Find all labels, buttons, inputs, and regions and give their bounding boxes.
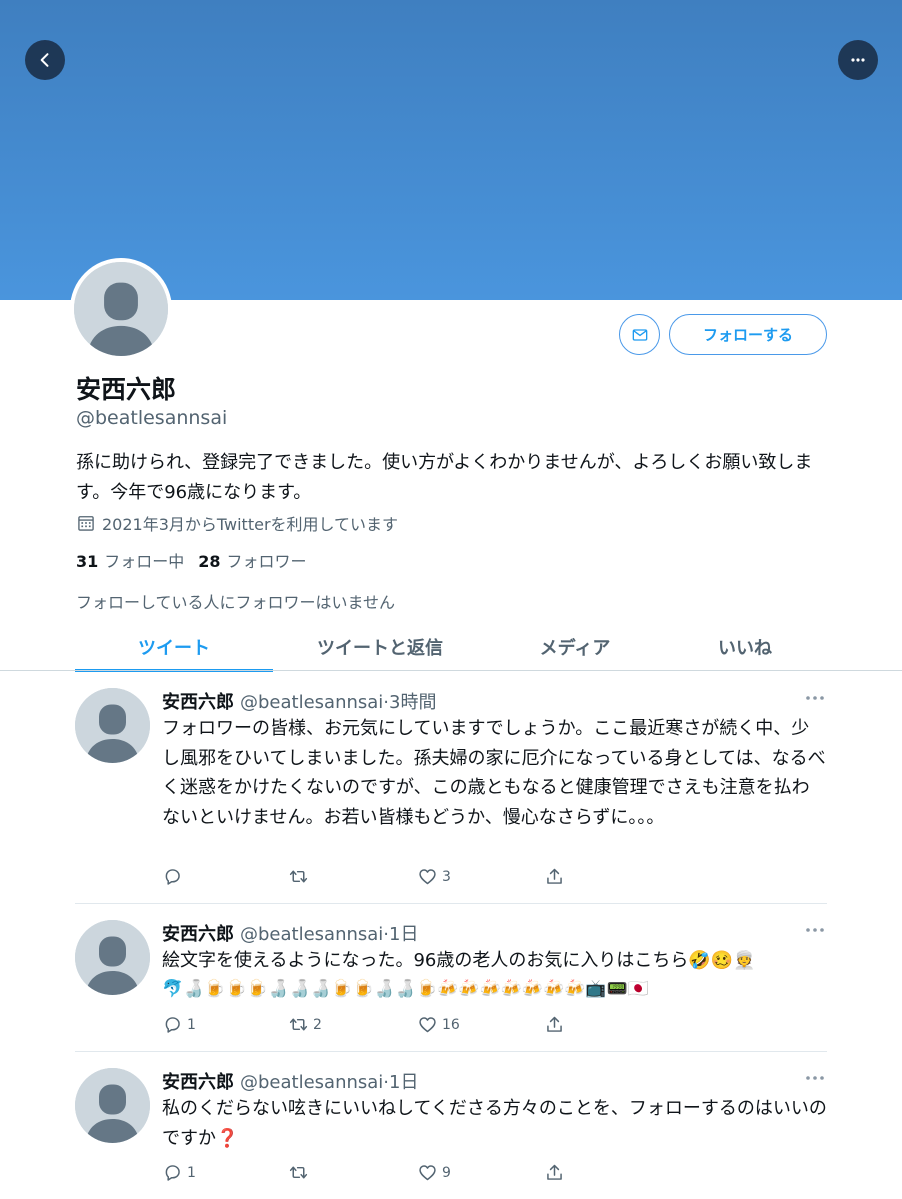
more-options-button[interactable] [838, 40, 878, 80]
tab-tweets-and-replies[interactable]: ツイートと返信 [273, 624, 487, 670]
profile-handle: @beatlesannsai [76, 407, 228, 429]
tweet-text: 絵文字を使えるようになった。96歳の老人のお気に入りはこちら🤣🥴👳 [162, 950, 756, 971]
display-name: 安西六郎 [76, 375, 177, 404]
tweet-text: フォロワーの皆様、お元気にしていますでしょうか。ここ最近寒さが続く中、少し風邪を… [162, 718, 826, 828]
reply-count: 1 [187, 1164, 196, 1181]
like-count: 9 [442, 1164, 451, 1181]
tab-tweets[interactable]: ツイート [75, 624, 273, 672]
tweet-handle-time: @beatlesannsai·1日 [240, 1072, 419, 1093]
tweet-author-name[interactable]: 安西六郎 [162, 692, 234, 713]
share-icon [547, 1016, 562, 1032]
back-button[interactable] [25, 40, 65, 80]
joined-date: 2021年3月からTwitterを利用しています [76, 511, 398, 535]
more-dots-icon [851, 58, 865, 62]
retweet-button[interactable] [288, 866, 313, 887]
reply-icon [165, 869, 180, 885]
calendar-icon [78, 516, 94, 531]
profile-tabs: ツイート ツイートと返信 メディア いいね [75, 624, 827, 672]
tweet-actions: 1 9 [162, 1162, 582, 1186]
tweet-more-button[interactable] [803, 1068, 827, 1088]
tweet-handle-time: @beatlesannsai·3時間 [240, 692, 437, 713]
reply-button[interactable]: 1 [162, 1162, 196, 1183]
like-count: 3 [442, 868, 451, 885]
share-button[interactable] [544, 1162, 565, 1183]
share-button[interactable] [544, 866, 565, 887]
tweet[interactable]: 安西六郎 @beatlesannsai·1日 私のくだらない呟きにいいねしてくださ… [75, 1068, 827, 1193]
profile-avatar[interactable] [70, 258, 172, 360]
retweet-icon [289, 1018, 308, 1031]
tweet-avatar[interactable] [75, 1068, 150, 1143]
reply-icon [165, 1165, 180, 1181]
retweet-button[interactable]: 2 [288, 1014, 322, 1035]
tweet-header: 安西六郎 @beatlesannsai·3時間 [162, 688, 436, 714]
envelope-icon [632, 328, 647, 341]
more-dots-icon [806, 928, 824, 932]
share-button[interactable] [544, 1014, 565, 1035]
tweet[interactable]: 安西六郎 @beatlesannsai·3時間 フォロワーの皆様、お元気にしていま… [75, 688, 827, 898]
tweet-actions: 1 2 16 [162, 1014, 582, 1038]
tweet-more-button[interactable] [803, 688, 827, 708]
like-button[interactable]: 3 [417, 866, 451, 887]
tab-media[interactable]: メディア [487, 624, 663, 670]
tweet[interactable]: 安西六郎 @beatlesannsai·1日 絵文字を使えるようになった。96歳の… [75, 920, 827, 1040]
reply-button[interactable]: 1 [162, 1014, 196, 1035]
retweet-count: 2 [313, 1016, 322, 1033]
like-button[interactable]: 9 [417, 1162, 451, 1183]
reply-count: 1 [187, 1016, 196, 1033]
tweet-avatar[interactable] [75, 920, 150, 995]
follow-stats: 31 フォロー中 28 フォロワー [76, 548, 307, 572]
retweet-icon [289, 870, 308, 883]
default-avatar-icon [74, 262, 168, 356]
tweet-handle-time: @beatlesannsai·1日 [240, 924, 419, 945]
chevron-left-icon [40, 53, 49, 67]
tweet-avatar[interactable] [75, 688, 150, 763]
tweet-author-name[interactable]: 安西六郎 [162, 924, 234, 945]
retweet-button[interactable] [288, 1162, 313, 1183]
follow-button[interactable]: フォローする [669, 314, 827, 355]
followers-link[interactable]: 28 フォロワー [198, 548, 306, 572]
tweet-actions: 3 [162, 866, 582, 890]
default-avatar-icon [75, 1068, 150, 1143]
reply-button[interactable] [162, 866, 187, 887]
heart-icon [419, 1165, 436, 1181]
share-icon [547, 1164, 562, 1180]
joined-text: 2021年3月からTwitterを利用しています [102, 515, 399, 534]
profile-bio: 孫に助けられ、登録完了できました。使い方がよくわかりませんが、よろしくお願い致し… [76, 452, 813, 503]
share-icon [547, 868, 562, 884]
like-count: 16 [442, 1016, 460, 1033]
retweet-icon [289, 1166, 308, 1179]
default-avatar-icon [75, 688, 150, 763]
more-dots-icon [806, 696, 824, 700]
heart-icon [419, 1017, 436, 1033]
tweet-divider [75, 903, 827, 904]
default-avatar-icon [75, 920, 150, 995]
tweet-more-button[interactable] [803, 920, 827, 940]
message-button[interactable] [619, 314, 660, 355]
reply-icon [165, 1017, 180, 1033]
tweet-header: 安西六郎 @beatlesannsai·1日 [162, 920, 418, 946]
tab-likes[interactable]: いいね [663, 624, 827, 670]
known-followers: フォローしている人にフォロワーはいません [76, 593, 396, 612]
tabs-divider [0, 670, 902, 671]
tweet-emoji-line: 🐬🍶🍺🍺🍺🍶🍶🍶🍺🍺🍶🍶🍺🍻🍻🍻🍻🍻🍻🍻📺📟🇯🇵 [162, 979, 649, 999]
like-button[interactable]: 16 [417, 1014, 460, 1035]
tweet-divider [75, 1051, 827, 1052]
heart-icon [419, 869, 436, 885]
profile-banner [0, 0, 902, 300]
tweet-text: 私のくだらない呟きにいいねしてくださる方々のことを、フォローするのはいいのですか… [162, 1098, 827, 1149]
tweet-header: 安西六郎 @beatlesannsai·1日 [162, 1068, 418, 1094]
tweet-author-name[interactable]: 安西六郎 [162, 1072, 234, 1093]
following-link[interactable]: 31 フォロー中 [76, 548, 184, 572]
more-dots-icon [806, 1076, 824, 1080]
